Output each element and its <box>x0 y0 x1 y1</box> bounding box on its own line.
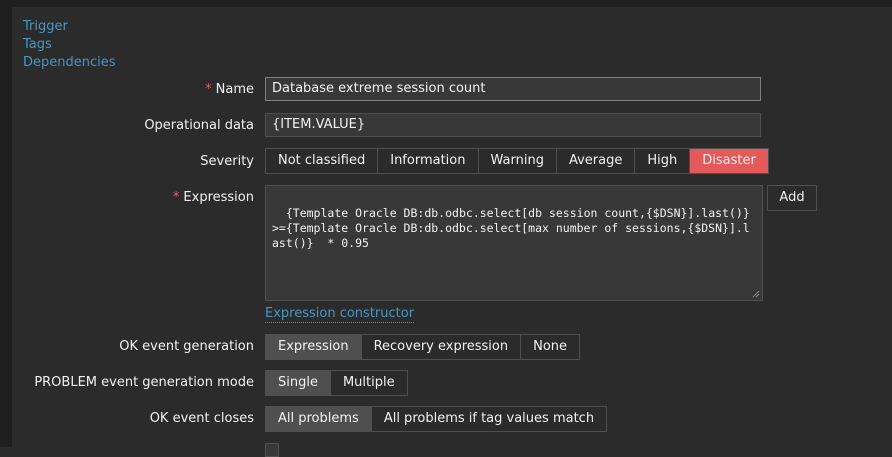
severity-label: Severity <box>200 154 254 169</box>
ok-event-recovery-expression[interactable]: Recovery expression <box>361 335 522 359</box>
required-marker: * <box>172 190 180 205</box>
severity-disaster[interactable]: Disaster <box>690 149 768 173</box>
ok-event-generation-label: OK event generation <box>119 339 254 354</box>
ok-event-generation-selector: Expression Recovery expression None <box>265 334 581 360</box>
name-label-text: Name <box>215 82 254 97</box>
ok-closes-all-problems[interactable]: All problems <box>266 407 372 431</box>
checkbox[interactable] <box>265 443 279 457</box>
operational-data-input[interactable]: {ITEM.VALUE} <box>265 113 761 137</box>
severity-selector: Not classified Information Warning Avera… <box>265 148 769 174</box>
expression-label-text: Expression <box>183 190 254 205</box>
add-expression-button[interactable]: Add <box>767 185 817 211</box>
top-bar <box>0 0 892 7</box>
ok-closes-tag-match[interactable]: All problems if tag values match <box>371 407 607 431</box>
problem-mode-single[interactable]: Single <box>266 371 331 395</box>
tab-tags[interactable]: Tags <box>23 36 116 54</box>
left-sidebar-edge <box>0 0 12 447</box>
severity-high[interactable]: High <box>635 149 691 173</box>
required-marker: * <box>205 82 212 97</box>
ok-event-closes-label: OK event closes <box>149 411 254 426</box>
ok-event-expression[interactable]: Expression <box>266 335 362 359</box>
severity-not-classified[interactable]: Not classified <box>266 149 379 173</box>
problem-event-mode-selector: Single Multiple <box>265 370 408 396</box>
severity-information[interactable]: Information <box>378 149 479 173</box>
tab-trigger[interactable]: Trigger <box>23 18 116 36</box>
problem-mode-multiple[interactable]: Multiple <box>330 371 407 395</box>
name-label: * Name <box>205 82 254 97</box>
operational-data-label: Operational data <box>144 118 254 133</box>
ok-event-closes-selector: All problems All problems if tag values … <box>265 406 608 432</box>
severity-average[interactable]: Average <box>556 149 636 173</box>
resize-grip-icon[interactable] <box>752 290 760 298</box>
form-tabs: Trigger Tags Dependencies <box>23 18 116 72</box>
tab-dependencies[interactable]: Dependencies <box>23 54 116 72</box>
severity-warning[interactable]: Warning <box>478 149 557 173</box>
expression-constructor-link[interactable]: Expression constructor <box>265 306 415 323</box>
problem-event-mode-label: PROBLEM event generation mode <box>34 375 254 390</box>
expression-textarea[interactable]: {Template Oracle DB:db.odbc.select[db se… <box>265 185 763 301</box>
expression-label: * Expression <box>173 190 254 205</box>
expression-text: {Template Oracle DB:db.odbc.select[db se… <box>272 206 750 250</box>
ok-event-none[interactable]: None <box>521 335 580 359</box>
name-input[interactable]: Database extreme session count <box>265 77 761 101</box>
